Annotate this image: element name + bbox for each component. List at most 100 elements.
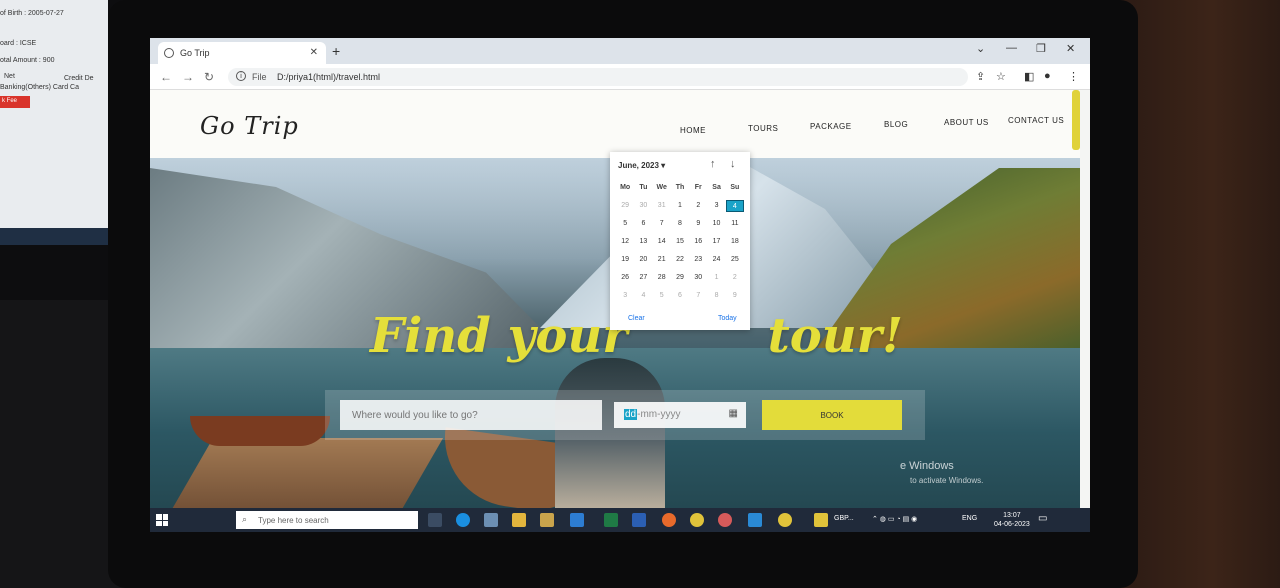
word-icon[interactable] <box>632 513 646 527</box>
calendar-day[interactable]: 7 <box>689 290 707 302</box>
chrome-active-icon[interactable] <box>778 513 792 527</box>
close-window-icon[interactable]: ✕ <box>1066 42 1075 55</box>
month-year-dropdown[interactable]: June, 2023 ▾ <box>618 161 665 170</box>
taskbar-clock[interactable]: 13:07 04-06-2023 <box>994 511 1030 529</box>
calendar-day[interactable]: 5 <box>653 290 671 302</box>
language-indicator[interactable]: ENG <box>962 515 977 522</box>
calendar-day[interactable]: 9 <box>689 218 707 230</box>
destination-input[interactable] <box>340 400 602 430</box>
weather-label[interactable]: GBP... <box>834 515 854 522</box>
taskbar-search[interactable]: ⌕ Type here to search <box>236 511 418 529</box>
calendar-day[interactable]: 29 <box>616 200 634 212</box>
excel-icon[interactable] <box>604 513 618 527</box>
calendar-day[interactable]: 28 <box>653 272 671 284</box>
vscode-icon[interactable] <box>748 513 762 527</box>
notification-icon[interactable]: ▭ <box>1038 513 1047 524</box>
calendar-day[interactable]: 7 <box>653 218 671 230</box>
forward-icon[interactable]: → <box>182 70 194 84</box>
calendar-day[interactable]: 1 <box>671 200 689 212</box>
bookmark-star-icon[interactable]: ☆ <box>996 70 1006 83</box>
profile-icon[interactable]: ● <box>1044 70 1051 82</box>
calendar-day[interactable]: 11 <box>726 218 744 230</box>
calendar-day[interactable]: 27 <box>634 272 652 284</box>
edge-icon[interactable] <box>456 513 470 527</box>
calendar-day[interactable]: 9 <box>726 290 744 302</box>
store-icon[interactable] <box>570 513 584 527</box>
calendar-day[interactable]: 21 <box>653 254 671 266</box>
nav-contact-us[interactable]: CONTACT US <box>1008 116 1064 125</box>
calendar-day[interactable]: 14 <box>653 236 671 248</box>
weather-icon[interactable] <box>814 513 828 527</box>
calendar-day[interactable]: 25 <box>726 254 744 266</box>
calendar-app-icon[interactable] <box>540 513 554 527</box>
calendar-day[interactable]: 8 <box>671 218 689 230</box>
calendar-day[interactable]: 30 <box>634 200 652 212</box>
nav-package[interactable]: PACKAGE <box>810 122 852 131</box>
calendar-day[interactable]: 20 <box>634 254 652 266</box>
firefox-icon[interactable] <box>662 513 676 527</box>
nav-about-us[interactable]: ABOUT US <box>944 118 989 127</box>
arrow-up-icon[interactable]: ↑ <box>710 158 716 170</box>
info-icon[interactable]: i <box>236 71 246 81</box>
calendar-day[interactable]: 4 <box>725 200 744 212</box>
calendar-day[interactable]: 6 <box>671 290 689 302</box>
calendar-day[interactable]: 30 <box>689 272 707 284</box>
tray-icons[interactable]: ⌃ ◍ ▭ ◔ ▤ ◉ <box>872 515 917 523</box>
calendar-day[interactable]: 29 <box>671 272 689 284</box>
calendar-day[interactable]: 3 <box>707 200 725 212</box>
arrow-down-icon[interactable]: ↓ <box>730 158 736 170</box>
chrome-profile-icon[interactable] <box>718 513 732 527</box>
calendar-day[interactable]: 17 <box>707 236 725 248</box>
calendar-day[interactable]: 15 <box>671 236 689 248</box>
calendar-day[interactable]: 31 <box>653 200 671 212</box>
calendar-day[interactable]: 24 <box>707 254 725 266</box>
calendar-day[interactable]: 26 <box>616 272 634 284</box>
date-rest-segment[interactable]: -mm-yyyy <box>637 409 680 420</box>
calendar-day[interactable]: 4 <box>634 290 652 302</box>
file-explorer-icon[interactable] <box>512 513 526 527</box>
tab-search-icon[interactable]: ⌄ <box>976 42 985 55</box>
date-input[interactable]: dd-mm-yyyy ▦ <box>614 402 746 428</box>
date-day-segment[interactable]: dd <box>624 409 638 420</box>
nav-tours[interactable]: TOURS <box>748 124 778 133</box>
scrollbar-thumb[interactable] <box>1072 90 1080 150</box>
menu-icon[interactable]: ⋮ <box>1068 70 1079 83</box>
clear-button[interactable]: Clear <box>628 315 645 322</box>
calendar-day[interactable]: 12 <box>616 236 634 248</box>
minimize-icon[interactable]: — <box>1006 42 1017 54</box>
calendar-day[interactable]: 18 <box>726 236 744 248</box>
calendar-day[interactable]: 5 <box>616 218 634 230</box>
calendar-day[interactable]: 19 <box>616 254 634 266</box>
nav-blog[interactable]: BLOG <box>884 120 908 129</box>
calendar-day[interactable]: 3 <box>616 290 634 302</box>
book-button[interactable]: BOOK <box>762 400 902 430</box>
close-tab-icon[interactable]: ✕ <box>310 47 318 58</box>
url-field[interactable]: i File D:/priya1(html)/travel.html <box>228 68 968 86</box>
new-tab-button[interactable]: + <box>332 43 340 59</box>
site-logo[interactable]: Go Trip <box>200 112 299 140</box>
calendar-day[interactable]: 22 <box>671 254 689 266</box>
browser-tab[interactable]: Go Trip ✕ <box>158 42 326 64</box>
reload-icon[interactable]: ↻ <box>204 70 214 84</box>
calendar-icon[interactable]: ▦ <box>729 408 738 419</box>
app-icon[interactable] <box>484 513 498 527</box>
fee-button[interactable]: k Fee <box>0 96 30 108</box>
share-icon[interactable]: ⇪ <box>976 70 985 83</box>
calendar-day[interactable]: 13 <box>634 236 652 248</box>
calendar-day[interactable]: 8 <box>707 290 725 302</box>
chrome-icon[interactable] <box>690 513 704 527</box>
side-panel-icon[interactable]: ◧ <box>1024 70 1034 83</box>
calendar-day[interactable]: 2 <box>726 272 744 284</box>
windows-start-icon[interactable] <box>156 514 168 526</box>
restore-icon[interactable]: ❐ <box>1036 42 1046 55</box>
task-view-icon[interactable] <box>428 513 442 527</box>
calendar-day[interactable]: 23 <box>689 254 707 266</box>
calendar-day[interactable]: 10 <box>707 218 725 230</box>
calendar-day[interactable]: 16 <box>689 236 707 248</box>
nav-home[interactable]: HOME <box>680 126 706 135</box>
today-button[interactable]: Today <box>718 315 737 322</box>
back-icon[interactable]: ← <box>160 70 172 84</box>
calendar-day[interactable]: 1 <box>707 272 725 284</box>
calendar-day[interactable]: 2 <box>689 200 707 212</box>
calendar-day[interactable]: 6 <box>634 218 652 230</box>
